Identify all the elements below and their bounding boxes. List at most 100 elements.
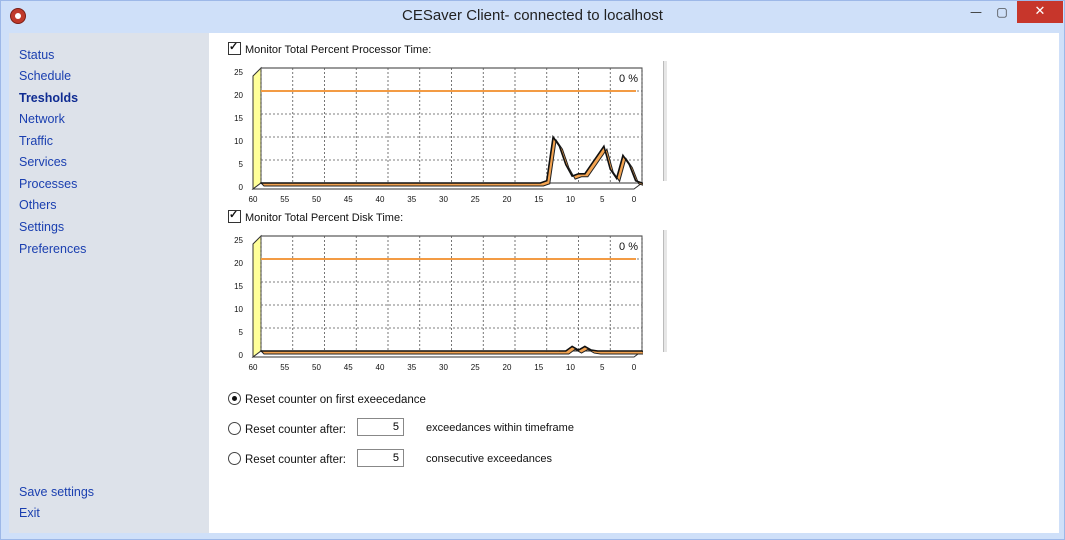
client-area: Status Schedule Tresholds Network Traffi… bbox=[9, 33, 1059, 533]
chart-x-tick-label: 35 bbox=[407, 363, 416, 372]
chart-data-point bbox=[552, 136, 554, 138]
title-bar[interactable]: CESaver Client- connected to localhost —… bbox=[1, 1, 1064, 32]
exit-link[interactable]: Exit bbox=[19, 506, 40, 520]
processor-monitor-checkbox-row[interactable]: Monitor Total Percent Processor Time: bbox=[228, 40, 432, 56]
chart-x-tick-label: 40 bbox=[376, 363, 385, 372]
chart-data-point bbox=[635, 180, 637, 182]
chart-data-point bbox=[622, 154, 624, 156]
timeframe-count-input[interactable]: 5 bbox=[357, 418, 404, 436]
chart-data-point bbox=[260, 182, 262, 184]
chart-x-tick-label: 5 bbox=[600, 363, 605, 372]
chart-x-tick-label: 50 bbox=[312, 195, 321, 204]
chart-data-point bbox=[590, 349, 592, 351]
maximize-button[interactable]: ▢ bbox=[989, 1, 1015, 23]
disk-chart-scrollbar[interactable] bbox=[663, 230, 667, 352]
consecutive-suffix-label: consecutive exceedances bbox=[426, 453, 552, 465]
reset-after-timeframe-label: Reset counter after: bbox=[245, 424, 346, 436]
chart-x-tick-label: 35 bbox=[407, 195, 416, 204]
chart-y-tick-label: 25 bbox=[234, 236, 243, 245]
chart-x-tick-label: 60 bbox=[249, 195, 258, 204]
chart-data-point bbox=[323, 182, 326, 184]
chart-x-tick-label: 30 bbox=[439, 195, 448, 204]
chart-y-tick-label: 5 bbox=[239, 160, 244, 169]
chart-data-point bbox=[450, 182, 453, 184]
chart-x-tick-label: 25 bbox=[471, 195, 480, 204]
chart-x-tick-label: 10 bbox=[566, 195, 575, 204]
chart-x-tick-label: 60 bbox=[249, 363, 258, 372]
chart-data-point bbox=[450, 350, 453, 352]
sidebar-item-services[interactable]: Services bbox=[19, 155, 67, 169]
chart-data-point bbox=[596, 154, 599, 156]
chart-y-tick-label: 15 bbox=[234, 114, 243, 123]
disk-monitor-label: Monitor Total Percent Disk Time: bbox=[245, 212, 404, 224]
sidebar-item-status[interactable]: Status bbox=[19, 48, 54, 62]
reset-after-timeframe-radio-row[interactable]: Reset counter after: bbox=[228, 422, 346, 436]
reset-after-consecutive-radio[interactable] bbox=[228, 452, 241, 465]
disk-monitor-checkbox-row[interactable]: Monitor Total Percent Disk Time: bbox=[228, 208, 404, 224]
sidebar-item-tresholds[interactable]: Tresholds bbox=[19, 91, 78, 105]
chart-data-point bbox=[641, 350, 643, 352]
chart-data-point bbox=[584, 173, 586, 175]
chart-x-tick-label: 45 bbox=[344, 363, 353, 372]
chart-x-tick-label: 15 bbox=[534, 363, 543, 372]
chart-data-point bbox=[616, 177, 618, 179]
chart-data-point bbox=[584, 345, 586, 347]
chart-data-point bbox=[260, 350, 262, 352]
disk-monitor-checkbox[interactable] bbox=[228, 208, 241, 223]
chart-data-point bbox=[577, 173, 580, 175]
window-title: CESaver Client- connected to localhost bbox=[402, 7, 663, 24]
chart-x-tick-label: 15 bbox=[534, 195, 543, 204]
chart-data-point bbox=[571, 345, 573, 347]
reset-first-label: Reset counter on first exeecedance bbox=[245, 394, 426, 406]
chart-y-tick-label: 20 bbox=[234, 259, 243, 268]
sidebar-item-others[interactable]: Others bbox=[19, 198, 57, 212]
chart-y-tick-label: 15 bbox=[234, 282, 243, 291]
processor-time-chart: 60 55 50 45 40 35 30 25 20 15 10 5 005101520250 % bbox=[234, 66, 643, 204]
sidebar-item-schedule[interactable]: Schedule bbox=[19, 69, 71, 83]
close-button[interactable]: ✕ bbox=[1017, 1, 1063, 23]
app-window: CESaver Client- connected to localhost —… bbox=[0, 0, 1065, 540]
reset-after-consecutive-label: Reset counter after: bbox=[245, 454, 346, 466]
chart-data-point bbox=[596, 350, 599, 352]
chart-y-tick-label: 10 bbox=[234, 137, 243, 146]
reset-first-radio-row[interactable]: Reset counter on first exeecedance bbox=[228, 392, 426, 406]
chart-y-tick-label: 10 bbox=[234, 305, 243, 314]
sidebar: Status Schedule Tresholds Network Traffi… bbox=[9, 33, 209, 533]
chart-data-point bbox=[387, 182, 389, 184]
sidebar-item-network[interactable]: Network bbox=[19, 112, 65, 126]
processor-monitor-label: Monitor Total Percent Processor Time: bbox=[245, 44, 432, 56]
minimize-button[interactable]: — bbox=[963, 1, 989, 23]
sidebar-item-traffic[interactable]: Traffic bbox=[19, 134, 53, 148]
chart-data-point bbox=[546, 180, 548, 182]
chart-data-point bbox=[641, 182, 643, 184]
reset-first-radio[interactable] bbox=[228, 392, 241, 405]
reset-after-timeframe-radio[interactable] bbox=[228, 422, 241, 435]
chart-data-point bbox=[609, 168, 611, 170]
chart-y-wall bbox=[252, 66, 262, 190]
chart-x-tick-label: 40 bbox=[376, 195, 385, 204]
chart-data-point bbox=[558, 350, 561, 352]
chart-x-tick-label: 10 bbox=[566, 363, 575, 372]
chart-data-point bbox=[609, 350, 611, 352]
sidebar-item-processes[interactable]: Processes bbox=[19, 177, 77, 191]
chart-y-tick-label: 5 bbox=[239, 328, 244, 337]
chart-x-tick-label: 45 bbox=[344, 195, 353, 204]
chart-y-tick-label: 20 bbox=[234, 91, 243, 100]
chart-y-tick-label: 0 bbox=[239, 183, 244, 192]
chart-x-tick-label: 20 bbox=[503, 195, 512, 204]
chart-data-point bbox=[565, 350, 567, 352]
chart-y-tick-label: 25 bbox=[234, 68, 243, 77]
chart-y-wall bbox=[252, 234, 262, 358]
consecutive-count-input[interactable]: 5 bbox=[357, 449, 404, 467]
reset-after-consecutive-radio-row[interactable]: Reset counter after: bbox=[228, 452, 346, 466]
save-settings-link[interactable]: Save settings bbox=[19, 485, 94, 499]
chart-x-tick-label: 55 bbox=[280, 195, 289, 204]
sidebar-item-settings[interactable]: Settings bbox=[19, 220, 64, 234]
chart-data-point bbox=[603, 145, 605, 147]
timeframe-suffix-label: exceedances within timeframe bbox=[426, 422, 574, 434]
chart-data-point bbox=[565, 164, 567, 166]
sidebar-item-preferences[interactable]: Preferences bbox=[19, 242, 86, 256]
processor-chart-scrollbar[interactable] bbox=[663, 61, 667, 181]
chart-x-tick-label: 25 bbox=[471, 363, 480, 372]
processor-monitor-checkbox[interactable] bbox=[228, 40, 241, 55]
